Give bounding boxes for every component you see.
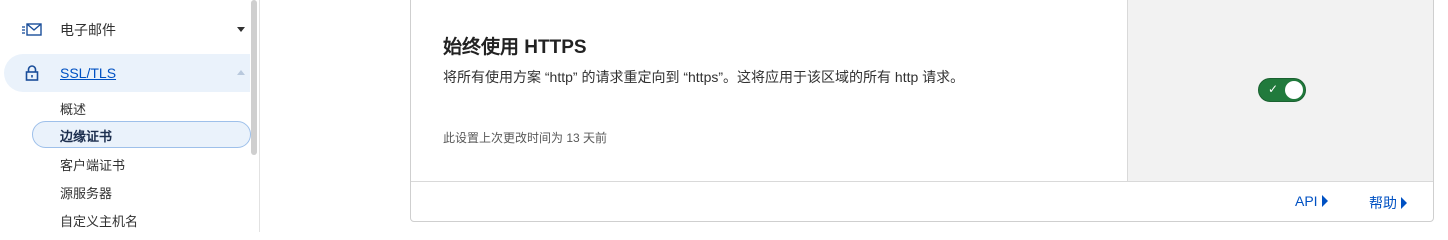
- sidebar-subitem-edge-certificates[interactable]: 边缘证书: [60, 126, 112, 145]
- setting-card-body: 始终使用 HTTPS 将所有使用方案 “http” 的请求重定向到 “https…: [411, 0, 1127, 181]
- api-link[interactable]: API: [1295, 193, 1328, 209]
- sidebar-subitem-client-certificates[interactable]: 客户端证书: [60, 155, 125, 174]
- toggle-knob: [1285, 81, 1303, 99]
- sidebar-item-label: SSL/TLS: [60, 65, 117, 81]
- sidebar-subitem-origin-server[interactable]: 源服务器: [60, 183, 112, 202]
- setting-last-changed: 此设置上次更改时间为 13 天前: [443, 131, 608, 145]
- chevron-down-icon: [237, 27, 245, 32]
- help-link[interactable]: 帮助: [1369, 193, 1407, 213]
- check-icon: ✓: [1268, 82, 1279, 96]
- caret-right-icon: [1321, 195, 1328, 207]
- sidebar-item-ssl-tls[interactable]: SSL/TLS: [4, 54, 250, 92]
- sidebar: 电子邮件 SSL/TLS 概述 边缘证书 客户端证书 源服务器 自定义主机名: [0, 0, 260, 232]
- lock-icon: [22, 64, 42, 82]
- help-link-label: 帮助: [1369, 195, 1397, 211]
- setting-title: 始终使用 HTTPS: [443, 37, 587, 58]
- caret-right-icon: [1401, 197, 1407, 209]
- sidebar-item-email[interactable]: 电子邮件: [4, 11, 250, 49]
- setting-description: 将所有使用方案 “http” 的请求重定向到 “https”。这将应用于该区域的…: [443, 69, 965, 85]
- sidebar-scrollbar[interactable]: [251, 0, 257, 155]
- setting-control-panel: ✓: [1127, 0, 1433, 181]
- setting-card-footer: API 帮助: [411, 181, 1433, 221]
- sidebar-subitem-custom-hostnames[interactable]: 自定义主机名: [60, 211, 138, 230]
- api-link-label: API: [1295, 193, 1318, 209]
- chevron-up-icon: [237, 70, 245, 75]
- setting-card: 始终使用 HTTPS 将所有使用方案 “http” 的请求重定向到 “https…: [410, 0, 1434, 222]
- email-icon: [22, 21, 42, 39]
- sidebar-subitem-overview[interactable]: 概述: [60, 99, 86, 118]
- always-use-https-toggle[interactable]: ✓: [1258, 78, 1306, 102]
- sidebar-item-label: 电子邮件: [60, 22, 116, 38]
